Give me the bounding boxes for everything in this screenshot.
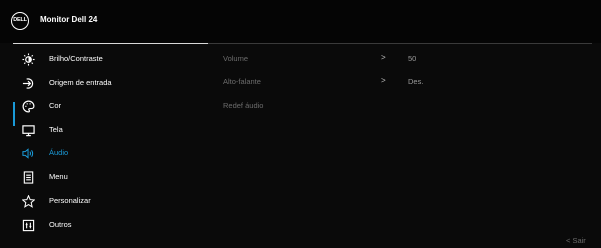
header-divider-right [208, 43, 592, 44]
volume-label[interactable]: Volume [223, 54, 248, 63]
menu-item-display[interactable]: Tela [0, 120, 205, 140]
menu-item-label: Origem de entrada [49, 78, 112, 87]
menu-item-personalize[interactable]: Personalizar [0, 191, 205, 211]
star-icon [21, 194, 35, 208]
input-source-icon [21, 76, 35, 90]
menu-item-label: Menu [49, 172, 68, 181]
osd-sidebar: Brilho/Contraste Origem de entrada Cor T… [0, 44, 205, 248]
speaker-icon [21, 146, 35, 160]
menu-item-label: Outros [49, 220, 72, 229]
menu-item-others[interactable]: Outros [0, 215, 205, 235]
osd-header: DELL Monitor Dell 24 [0, 0, 601, 43]
dell-logo-icon: DELL [11, 12, 29, 30]
palette-icon [21, 99, 35, 113]
menu-item-label: Áudio [49, 148, 69, 157]
osd-title: Monitor Dell 24 [40, 15, 98, 24]
speaker-value: Des. [408, 77, 424, 86]
speaker-chevron-right-icon: > [381, 76, 386, 85]
volume-chevron-right-icon: > [381, 53, 386, 62]
speaker-label[interactable]: Alto-falante [223, 77, 261, 86]
menu-item-label: Personalizar [49, 196, 91, 205]
menu-item-color[interactable]: Cor [0, 96, 205, 116]
menu-item-menu[interactable]: Menu [0, 167, 205, 187]
menu-icon [21, 170, 35, 184]
menu-item-label: Brilho/Contraste [49, 54, 103, 63]
display-icon [21, 123, 35, 137]
exit-button[interactable]: < Sair [566, 236, 586, 245]
menu-item-brightness-contrast[interactable]: Brilho/Contraste [0, 49, 205, 69]
reset-audio-label[interactable]: Redef áudio [223, 101, 263, 110]
menu-item-label: Tela [49, 125, 63, 134]
menu-item-input-source[interactable]: Origem de entrada [0, 73, 205, 93]
monitor-osd: DELL Monitor Dell 24 Brilho/Contraste Or… [0, 0, 601, 248]
brightness-icon [21, 52, 35, 66]
volume-value: 50 [408, 54, 417, 63]
others-icon [21, 218, 35, 232]
menu-item-audio[interactable]: Áudio [0, 143, 205, 163]
menu-item-label: Cor [49, 101, 62, 110]
